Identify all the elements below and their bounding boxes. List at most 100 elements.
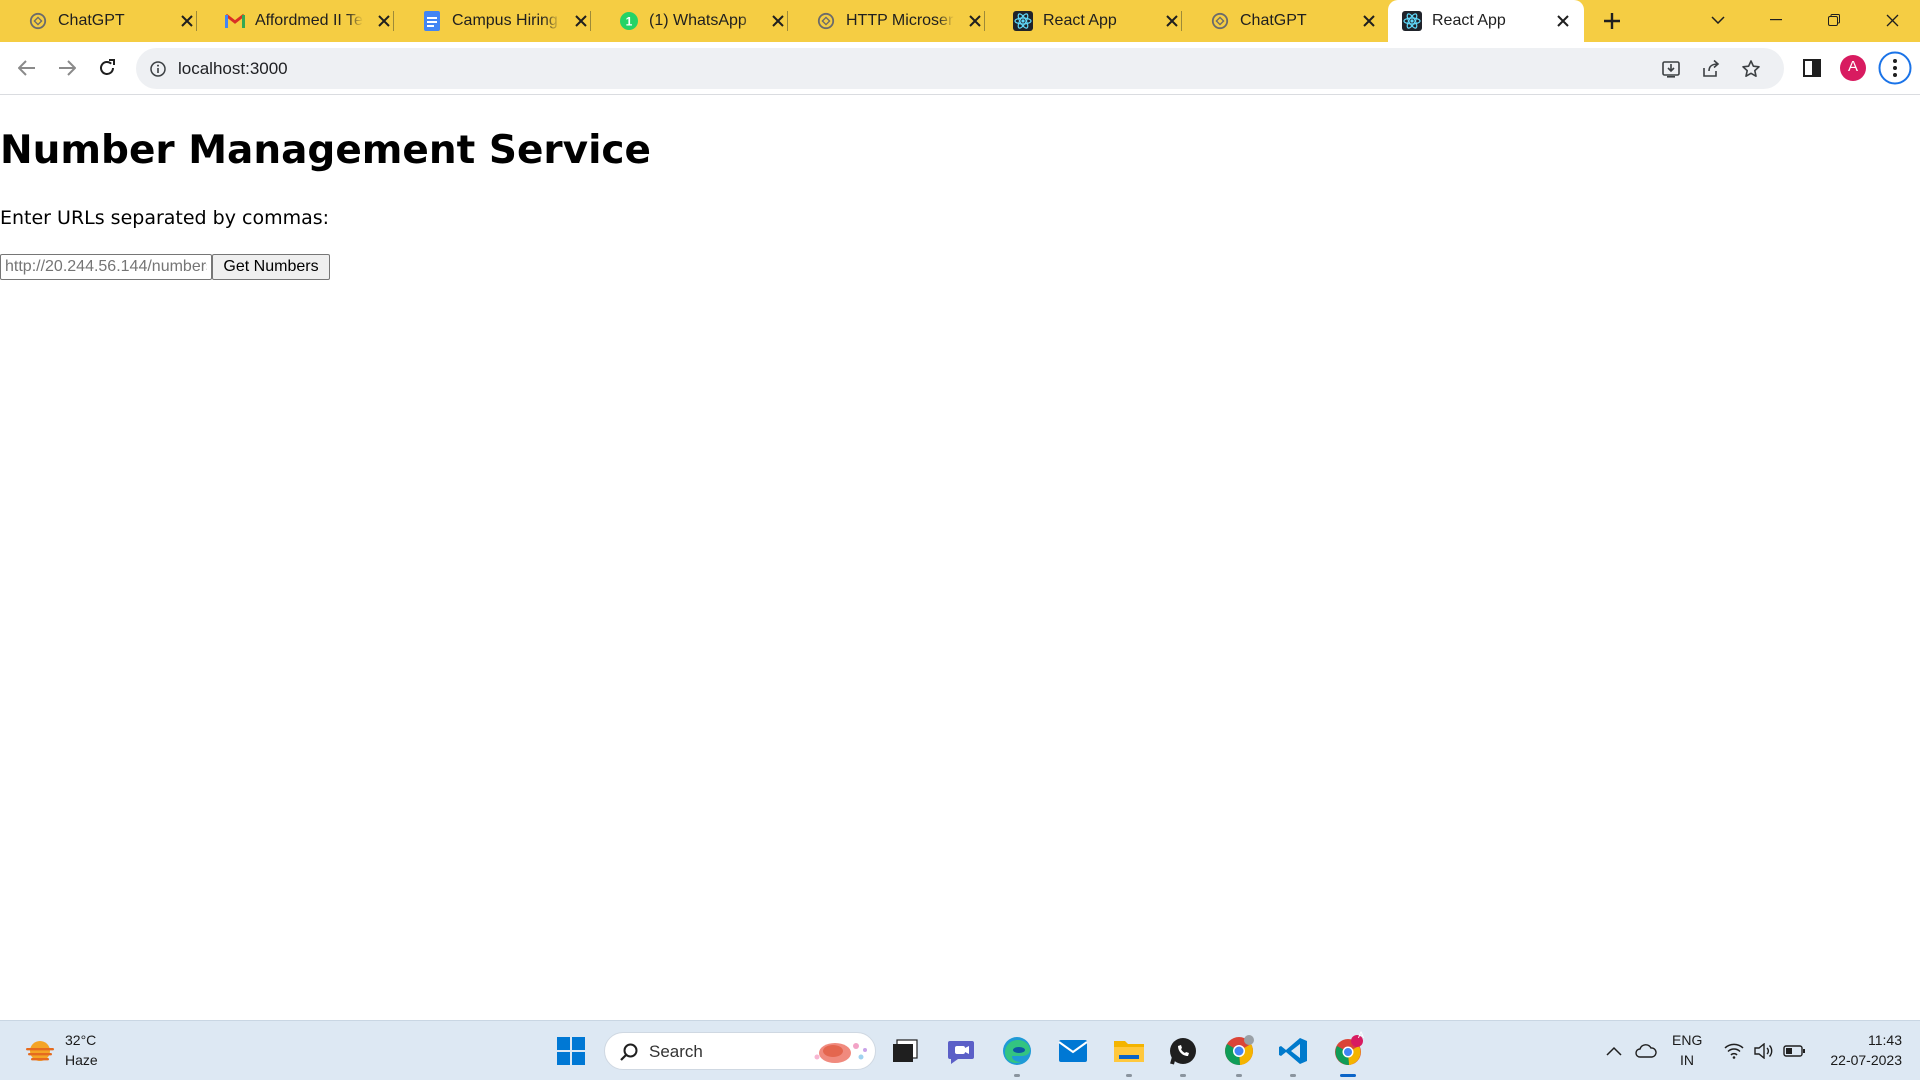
side-panel-icon — [1803, 59, 1821, 77]
arrow-left-icon — [18, 60, 35, 76]
chatgpt-icon — [28, 11, 48, 31]
address-bar[interactable]: localhost:3000 — [136, 48, 1784, 89]
tab-chatgpt-3[interactable]: ChatGPT — [1182, 0, 1378, 42]
close-icon[interactable] — [769, 12, 787, 30]
svg-text:1: 1 — [626, 15, 633, 29]
weather-widget[interactable] — [24, 1037, 56, 1067]
close-icon[interactable] — [966, 12, 984, 30]
taskbar-whatsapp[interactable] — [1163, 1031, 1203, 1077]
close-icon[interactable] — [178, 12, 196, 30]
taskbar-vscode[interactable] — [1273, 1031, 1313, 1077]
notification-badge: A — [1357, 1030, 1364, 1040]
url-text: localhost:3000 — [178, 59, 288, 78]
share-icon[interactable] — [1700, 58, 1722, 80]
vscode-icon — [1279, 1038, 1307, 1064]
close-icon[interactable] — [1163, 12, 1181, 30]
more-vertical-icon — [1878, 51, 1912, 85]
taskbar-search[interactable]: Search — [604, 1032, 876, 1070]
close-icon[interactable] — [375, 12, 393, 30]
arrow-right-icon — [59, 60, 76, 76]
whatsapp-icon: 1 — [619, 11, 639, 31]
back-button[interactable] — [11, 52, 43, 84]
taskbar-chrome-active[interactable]: A — [1328, 1030, 1368, 1077]
speaker-icon — [1754, 1043, 1773, 1059]
wifi-button[interactable] — [1722, 1039, 1746, 1063]
windows-icon — [557, 1037, 585, 1065]
taskbar-edge[interactable] — [997, 1031, 1037, 1077]
close-icon — [1886, 14, 1898, 26]
keyboard-region: IN — [1680, 1052, 1694, 1068]
search-label: Search — [649, 1042, 703, 1061]
taskbar-mail[interactable] — [1053, 1031, 1093, 1071]
profile-avatar[interactable]: A — [1838, 53, 1868, 83]
avatar-initial: A — [1847, 58, 1858, 75]
tab-chatgpt-2[interactable]: HTTP Microservic — [788, 0, 985, 42]
start-button[interactable] — [551, 1031, 591, 1071]
battery-button[interactable] — [1782, 1039, 1806, 1063]
restore-icon — [1828, 14, 1840, 26]
info-icon[interactable] — [148, 59, 168, 79]
tab-title: ChatGPT — [1240, 12, 1307, 29]
taskbar-task-view[interactable] — [885, 1031, 925, 1071]
menu-button[interactable] — [1878, 51, 1912, 85]
new-tab-button[interactable] — [1596, 5, 1628, 37]
tab-title: React App — [1432, 12, 1506, 29]
cloud-icon — [1635, 1044, 1657, 1058]
get-numbers-button[interactable]: Get Numbers — [212, 254, 330, 280]
tab-react-app-active[interactable]: React App — [1388, 0, 1584, 42]
tab-google-doc[interactable]: Campus Hiring Ev — [394, 0, 591, 42]
language-indicator[interactable]: ENG — [1672, 1032, 1702, 1048]
taskbar-file-explorer[interactable] — [1109, 1031, 1149, 1077]
clock-date[interactable]: 22-07-2023 — [1830, 1052, 1902, 1068]
forward-button[interactable] — [51, 52, 83, 84]
taskbar-chrome-profile[interactable] — [1219, 1031, 1259, 1077]
volume-button[interactable] — [1752, 1039, 1776, 1063]
tab-title: React App — [1043, 12, 1117, 29]
task-view-icon — [893, 1039, 918, 1062]
close-icon[interactable] — [572, 12, 590, 30]
restore-button[interactable] — [1806, 0, 1862, 40]
minimize-button[interactable] — [1748, 0, 1804, 40]
google-docs-icon — [422, 11, 442, 31]
tab-chatgpt-1[interactable]: ChatGPT — [0, 0, 197, 42]
tab-whatsapp[interactable]: 1 (1) WhatsApp — [591, 0, 788, 42]
urls-input[interactable] — [0, 254, 212, 280]
whatsapp-icon — [1170, 1038, 1196, 1065]
reload-icon — [100, 59, 115, 75]
tab-search-button[interactable] — [1690, 0, 1746, 40]
folder-icon — [1114, 1041, 1144, 1062]
search-highlight-icon — [809, 1037, 871, 1072]
haze-sun-icon — [26, 1041, 54, 1061]
tab-strip: ChatGPT Affordmed II Test Campus Hiring … — [0, 0, 1920, 42]
chatgpt-icon — [816, 11, 836, 31]
clock-time[interactable]: 11:43 — [1868, 1032, 1902, 1048]
chrome-icon — [1225, 1035, 1254, 1066]
close-icon[interactable] — [1360, 12, 1378, 30]
close-window-button[interactable] — [1864, 0, 1920, 40]
close-icon[interactable] — [1554, 12, 1572, 30]
chevron-up-icon — [1606, 1046, 1622, 1056]
taskbar-teams-chat[interactable] — [941, 1031, 981, 1071]
onedrive-button[interactable] — [1634, 1039, 1658, 1063]
show-hidden-icons-button[interactable] — [1602, 1039, 1626, 1063]
tab-title: (1) WhatsApp — [649, 12, 747, 29]
wifi-icon — [1724, 1043, 1744, 1059]
tab-react-app-1[interactable]: React App — [985, 0, 1182, 42]
tab-gmail[interactable]: Affordmed II Test — [197, 0, 394, 42]
gmail-icon — [225, 11, 245, 31]
taskbar: 32°C Haze Search A ENG IN 11:43 22-07-20… — [0, 1020, 1920, 1080]
side-panel-button[interactable] — [1797, 53, 1827, 83]
install-app-icon[interactable] — [1660, 58, 1682, 80]
chevron-down-icon — [1711, 16, 1725, 24]
page-title: Number Management Service — [0, 128, 652, 173]
battery-icon — [1783, 1045, 1805, 1057]
react-icon — [1402, 11, 1422, 31]
react-icon — [1013, 11, 1033, 31]
reload-button[interactable] — [91, 52, 123, 84]
bookmark-star-icon[interactable] — [1740, 58, 1762, 80]
weather-condition: Haze — [65, 1052, 98, 1068]
chatgpt-icon — [1210, 11, 1230, 31]
teams-chat-icon — [948, 1041, 974, 1064]
tab-title: Campus Hiring Ev — [452, 12, 560, 29]
mail-icon — [1058, 1040, 1088, 1062]
